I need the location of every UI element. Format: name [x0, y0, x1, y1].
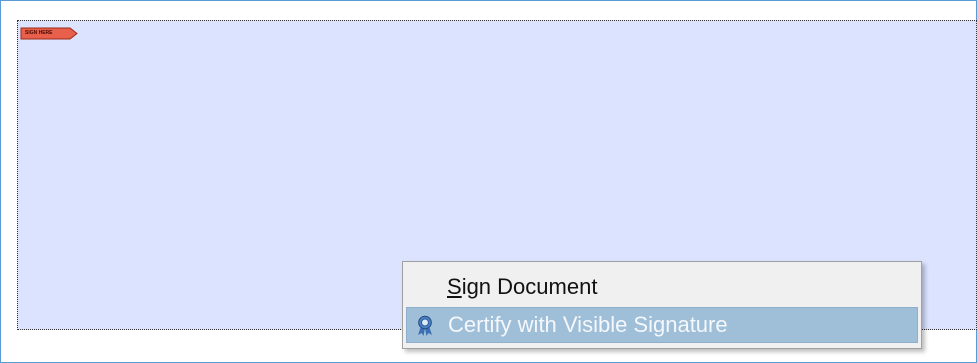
sign-here-tag: SIGN HERE — [20, 27, 78, 40]
sign-document-label: Sign Document — [447, 274, 597, 300]
context-menu: Sign Document Certify with Visible Signa… — [402, 261, 922, 349]
sign-document-label-rest: ign Document — [461, 274, 598, 299]
menu-item-sign-document[interactable]: Sign Document — [406, 269, 918, 305]
menu-item-certify-visible-signature[interactable]: Certify with Visible Signature — [406, 307, 918, 343]
certificate-ribbon-icon — [416, 315, 434, 337]
certificate-ribbon-icon-svg — [418, 315, 432, 336]
sign-here-tag-label: SIGN HERE — [25, 30, 53, 36]
certify-visible-signature-label: Certify with Visible Signature — [448, 312, 728, 337]
sign-document-mnemonic: S — [447, 274, 462, 299]
document-page-frame: SIGN HERE Sign Document Certify with Vis… — [0, 0, 977, 363]
